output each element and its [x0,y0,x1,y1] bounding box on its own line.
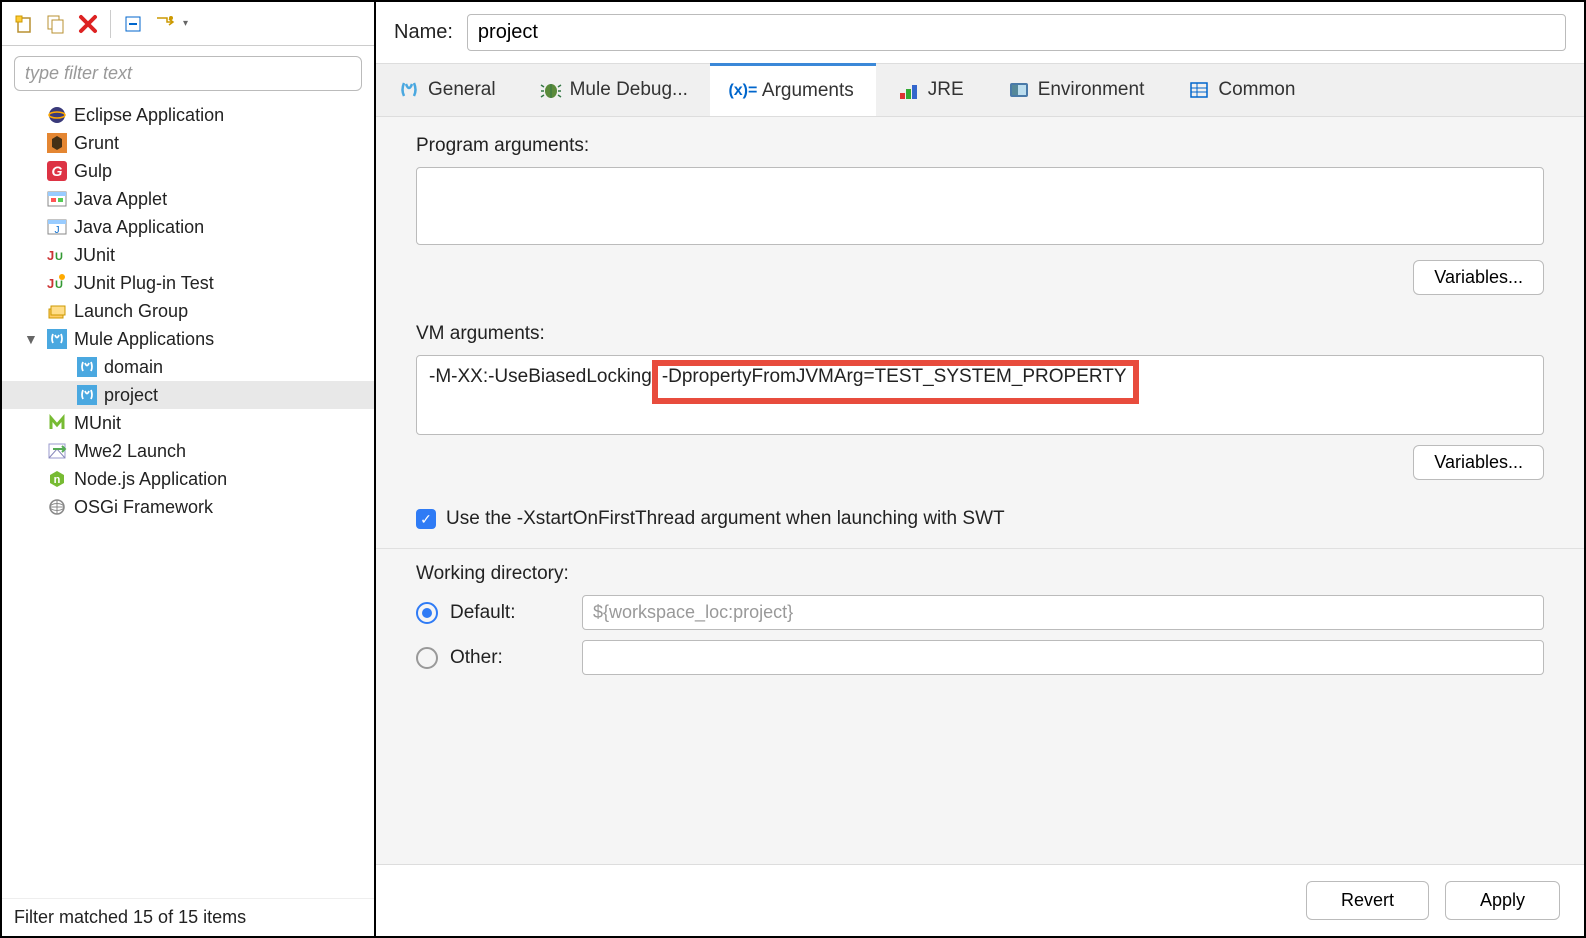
right-panel: Name: General Mule Debug... (x)=Argument… [375,1,1585,937]
tree-item-mule-apps[interactable]: ▼Mule Applications [2,325,374,353]
vm-args-label: VM arguments: [416,323,1544,345]
name-input[interactable] [467,14,1566,51]
working-dir-label: Working directory: [416,563,1544,585]
footer: Revert Apply [376,864,1584,936]
program-args-input[interactable] [416,167,1544,245]
other-radio-label: Other: [450,647,570,669]
config-tree: Eclipse Application Grunt GGulp Java App… [2,99,374,898]
svg-text:J: J [47,248,54,263]
revert-button[interactable]: Revert [1306,881,1429,920]
tree-item-node[interactable]: nNode.js Application [2,465,374,493]
java-icon: J [46,216,68,238]
applet-icon [46,188,68,210]
tree-item-domain[interactable]: domain [2,353,374,381]
tree-item-junit[interactable]: JUJUnit [2,241,374,269]
mule-icon [76,384,98,406]
svg-text:n: n [54,474,61,486]
duplicate-config-icon[interactable] [42,10,70,38]
svg-text:U: U [55,251,63,263]
mule-icon [46,328,68,350]
default-radio-label: Default: [450,602,570,624]
svg-text:G: G [52,163,63,179]
vm-variables-button[interactable]: Variables... [1413,445,1544,480]
node-icon: n [46,468,68,490]
launch-group-icon [46,300,68,322]
default-radio[interactable] [416,602,438,624]
default-dir-input [582,595,1544,630]
program-variables-button[interactable]: Variables... [1413,260,1544,295]
tree-item-gulp[interactable]: GGulp [2,157,374,185]
expand-arrow-icon[interactable]: ▼ [24,331,40,347]
tab-common[interactable]: Common [1166,64,1317,116]
junit-plugin-icon: JU [46,272,68,294]
bug-icon [540,79,562,101]
other-dir-input[interactable] [582,640,1544,675]
tree-item-munit[interactable]: MUnit [2,409,374,437]
collapse-all-icon[interactable] [119,10,147,38]
left-panel: ▾ Eclipse Application Grunt GGulp Java A… [2,2,376,936]
jre-icon [898,79,920,101]
junit-icon: JU [46,244,68,266]
name-label: Name: [394,21,453,44]
tree-item-java[interactable]: JJava Application [2,213,374,241]
svg-text:J: J [47,276,54,291]
svg-text:U: U [55,279,63,291]
common-icon [1188,79,1210,101]
args-icon: (x)= [732,80,754,102]
tab-mule-debug[interactable]: Mule Debug... [518,64,710,116]
vm-args-input[interactable]: -M-XX:-UseBiasedLocking-DpropertyFromJVM… [416,355,1544,435]
tree-item-project[interactable]: project [2,381,374,409]
tree-item-eclipse[interactable]: Eclipse Application [2,101,374,129]
tab-general[interactable]: General [376,64,518,116]
tree-item-junit-plugin[interactable]: JUJUnit Plug-in Test [2,269,374,297]
filter-icon[interactable] [151,10,179,38]
program-args-label: Program arguments: [416,135,1544,157]
mule-icon [76,356,98,378]
svg-text:J: J [55,225,60,236]
tree-item-mwe[interactable]: Mwe2 Launch [2,437,374,465]
other-radio[interactable] [416,647,438,669]
left-toolbar: ▾ [2,2,374,46]
tab-arguments[interactable]: (x)=Arguments [710,63,876,116]
tabs: General Mule Debug... (x)=Arguments JRE … [376,63,1584,117]
gulp-icon: G [46,160,68,182]
tab-environment[interactable]: Environment [986,64,1167,116]
apply-button[interactable]: Apply [1445,881,1560,920]
tree-item-launch-group[interactable]: Launch Group [2,297,374,325]
tree-item-grunt[interactable]: Grunt [2,129,374,157]
eclipse-icon [46,104,68,126]
filter-status: Filter matched 15 of 15 items [2,898,374,936]
arguments-panel: Program arguments: Variables... VM argum… [376,117,1584,864]
delete-config-icon[interactable] [74,10,102,38]
osgi-icon [46,496,68,518]
new-config-icon[interactable] [10,10,38,38]
mwe-icon [46,440,68,462]
swt-checkbox[interactable]: ✓ [416,509,436,529]
env-icon [1008,79,1030,101]
munit-icon [46,412,68,434]
tab-jre[interactable]: JRE [876,64,986,116]
swt-checkbox-label: Use the -XstartOnFirstThread argument wh… [446,508,1005,530]
tree-item-applet[interactable]: Java Applet [2,185,374,213]
grunt-icon [46,132,68,154]
filter-input[interactable] [14,56,362,91]
mule-icon [398,79,420,101]
tree-item-osgi[interactable]: OSGi Framework [2,493,374,521]
vm-highlight: -DpropertyFromJVMArg=TEST_SYSTEM_PROPERT… [652,360,1139,404]
